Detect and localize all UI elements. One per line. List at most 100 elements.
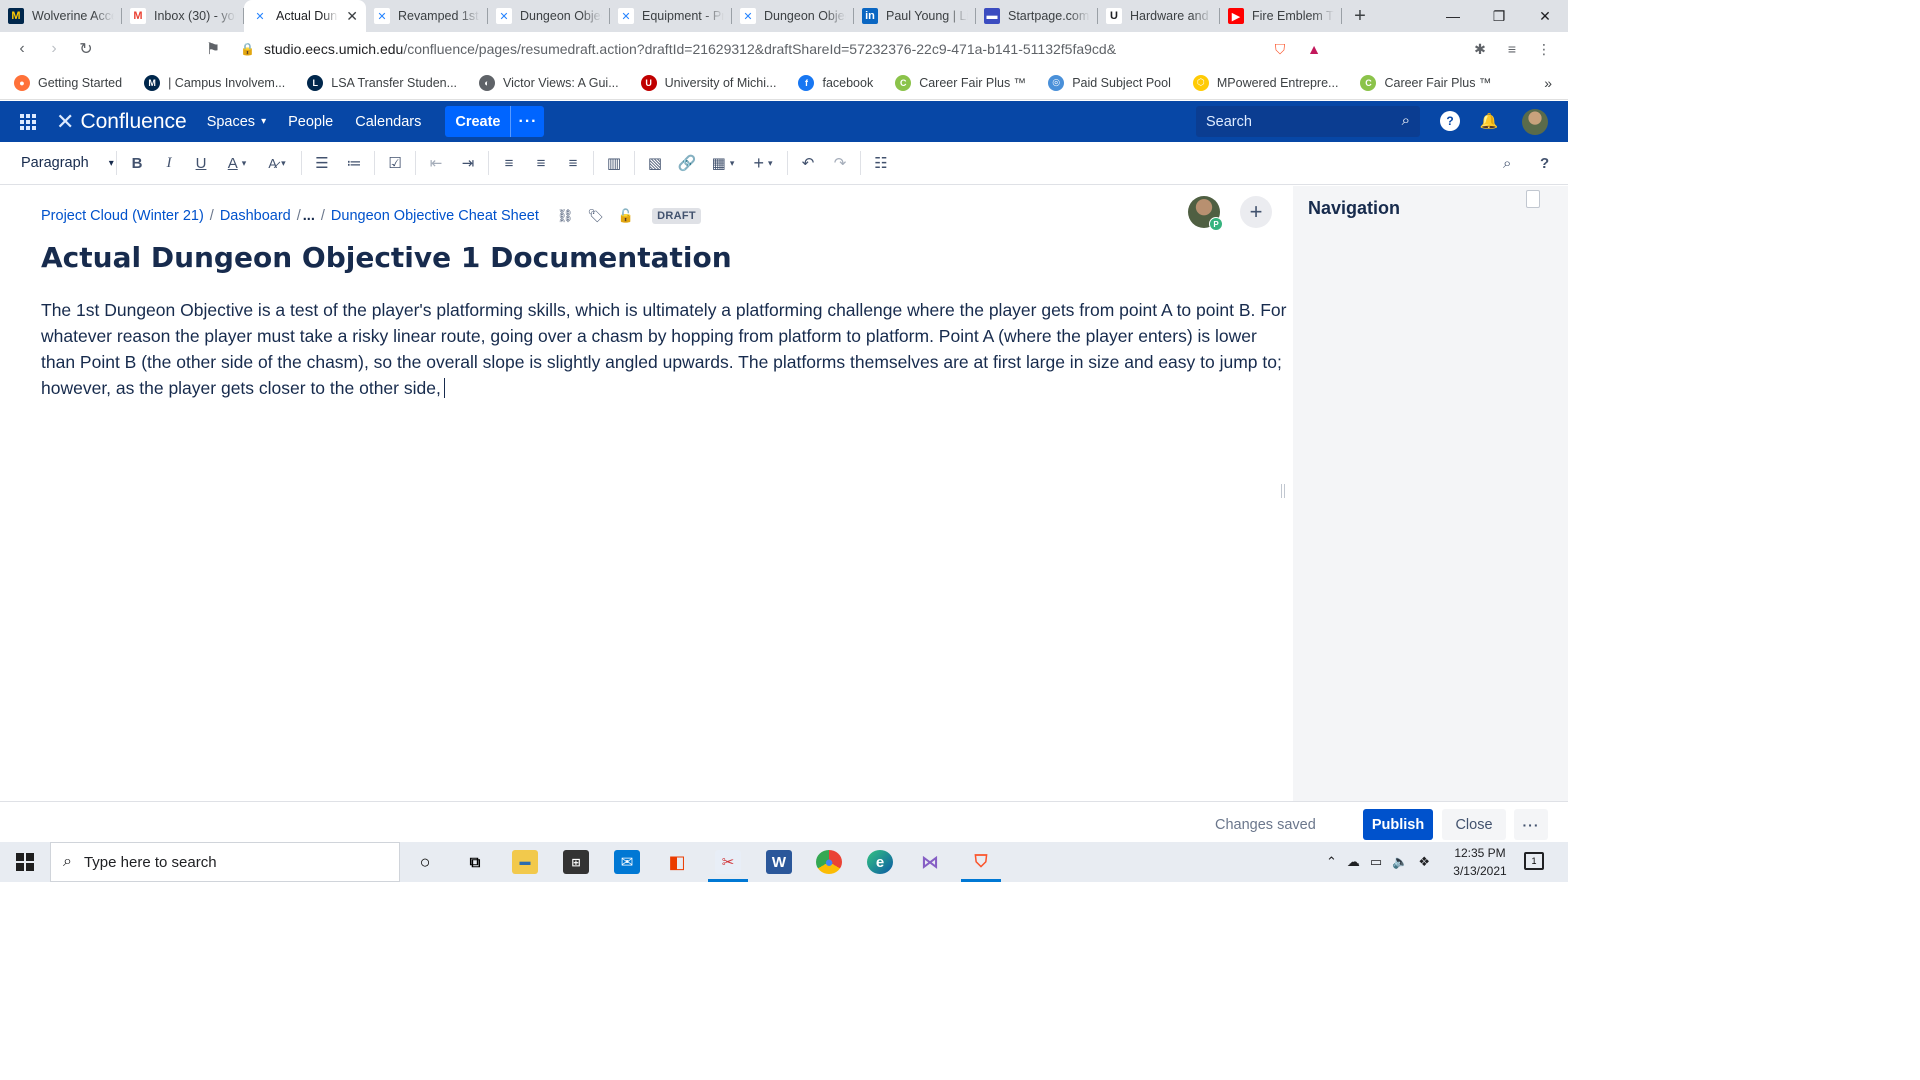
- restore-icon[interactable]: ❐: [1476, 0, 1522, 32]
- reload-icon[interactable]: ↻: [70, 33, 102, 65]
- tray-expand-icon[interactable]: ⌃: [1326, 854, 1337, 870]
- bold-icon[interactable]: B: [121, 142, 153, 185]
- url-field[interactable]: 🔒 studio.eecs.umich.edu/confluence/pages…: [240, 35, 1260, 63]
- bookmark-item[interactable]: M | Campus Involvem...: [144, 74, 285, 91]
- app-switcher-icon[interactable]: [0, 113, 56, 130]
- nav-calendars[interactable]: Calendars: [355, 114, 421, 130]
- page-body[interactable]: The 1st Dungeon Objective is a test of t…: [41, 297, 1293, 401]
- text-color-icon[interactable]: A ▾: [217, 142, 257, 185]
- extensions-icon[interactable]: ✱: [1468, 38, 1492, 60]
- media-icon[interactable]: ≡: [1500, 38, 1524, 60]
- notifications-icon[interactable]: 🔔: [1479, 111, 1499, 131]
- browser-tab[interactable]: ✕ Actual Dung ✕: [244, 0, 366, 32]
- browser-tab[interactable]: ▶ Fire Emblem Th: [1220, 0, 1342, 32]
- breadcrumb-ellipsis[interactable]: ...: [303, 208, 315, 224]
- bookmark-item[interactable]: U University of Michi...: [640, 74, 776, 91]
- bookmark-item[interactable]: C Career Fair Plus ™: [1360, 74, 1491, 91]
- bookmark-item[interactable]: ◐ Victor Views: A Gui...: [479, 74, 619, 91]
- browser-tab[interactable]: ✕ Equipment - Pr: [610, 0, 732, 32]
- avatar[interactable]: [1522, 109, 1548, 135]
- brave-rewards-icon[interactable]: ▲: [1302, 38, 1326, 60]
- invite-collaborator-button[interactable]: +: [1240, 196, 1272, 228]
- file-explorer-icon[interactable]: ▬: [512, 850, 538, 874]
- create-button[interactable]: Create: [445, 114, 510, 130]
- volume-icon[interactable]: 🔈: [1392, 854, 1408, 870]
- close-button[interactable]: Close: [1442, 809, 1506, 840]
- numbered-list-icon[interactable]: ≔: [338, 142, 370, 185]
- bookmark-item[interactable]: f facebook: [798, 74, 873, 91]
- nav-people[interactable]: People: [288, 114, 333, 130]
- chrome-icon[interactable]: ●: [816, 850, 842, 874]
- bookmark-item[interactable]: C Career Fair Plus ™: [895, 74, 1026, 91]
- start-button[interactable]: [0, 842, 50, 882]
- browser-tab[interactable]: M Inbox (30) - you: [122, 0, 244, 32]
- collaborator-avatar[interactable]: P: [1188, 196, 1223, 231]
- snip-sketch-icon[interactable]: ✂: [715, 850, 741, 874]
- table-icon[interactable]: ▦ ▾: [703, 142, 743, 185]
- visual-studio-icon[interactable]: ⋈: [917, 850, 943, 874]
- forward-icon[interactable]: ›: [38, 33, 70, 65]
- taskbar-search-input[interactable]: ⌕ Type here to search: [50, 842, 400, 882]
- keyboard-help-icon[interactable]: ?: [1540, 142, 1549, 185]
- page-title[interactable]: Actual Dungeon Objective 1 Documentation: [41, 241, 732, 274]
- layout-icon[interactable]: ▥: [598, 142, 630, 185]
- system-clock[interactable]: 12:35 PM 3/13/2021: [1444, 844, 1516, 880]
- breadcrumb-item[interactable]: Dashboard: [220, 208, 291, 224]
- store-icon[interactable]: ⊞: [563, 850, 589, 874]
- confluence-logo[interactable]: ✕ Confluence: [56, 109, 187, 135]
- brave-icon[interactable]: ⛉: [968, 850, 994, 874]
- task-list-icon[interactable]: ☑: [379, 142, 411, 185]
- outdent-icon[interactable]: ⇤: [420, 142, 452, 185]
- browser-tab[interactable]: ▬ Startpage.com: [976, 0, 1098, 32]
- image-icon[interactable]: ▧: [639, 142, 671, 185]
- create-more-icon[interactable]: ···: [510, 106, 544, 137]
- battery-icon[interactable]: ▭: [1370, 854, 1382, 870]
- edge-icon[interactable]: e: [867, 850, 893, 874]
- redo-icon[interactable]: ↷: [824, 142, 856, 185]
- undo-icon[interactable]: ↶: [792, 142, 824, 185]
- back-icon[interactable]: ‹: [6, 33, 38, 65]
- bookmark-item[interactable]: ⬡ MPowered Entrepre...: [1192, 74, 1338, 91]
- new-tab-icon[interactable]: +: [1342, 0, 1378, 32]
- action-center-icon[interactable]: 1: [1524, 852, 1544, 870]
- page-tree-icon[interactable]: ⛓: [557, 208, 574, 224]
- bookmark-icon[interactable]: ⚑: [197, 33, 229, 65]
- office-icon[interactable]: ◧: [664, 850, 690, 874]
- minimize-icon[interactable]: —: [1430, 0, 1476, 32]
- cortana-icon[interactable]: ○: [412, 850, 438, 874]
- word-icon[interactable]: W: [766, 850, 792, 874]
- link-icon[interactable]: 🔗: [671, 142, 703, 185]
- underline-icon[interactable]: U: [185, 142, 217, 185]
- window-close-icon[interactable]: ✕: [1522, 0, 1568, 32]
- browser-tab[interactable]: ✕ Revamped 1st D: [366, 0, 488, 32]
- help-icon[interactable]: ?: [1440, 111, 1460, 131]
- label-icon[interactable]: 🏷: [587, 208, 604, 224]
- align-right-icon[interactable]: ≡: [557, 142, 589, 185]
- nav-spaces[interactable]: Spaces ▾: [207, 114, 266, 130]
- browser-tab[interactable]: U Hardware and S: [1098, 0, 1220, 32]
- mail-icon[interactable]: ✉: [614, 850, 640, 874]
- onedrive-icon[interactable]: ☁: [1347, 854, 1360, 870]
- bookmark-item[interactable]: ◎ Paid Subject Pool: [1048, 74, 1171, 91]
- menu-icon[interactable]: ⋮: [1532, 38, 1556, 60]
- browser-tab[interactable]: ✕ Dungeon Objec: [732, 0, 854, 32]
- browser-tab[interactable]: ✕ Dungeon Objec: [488, 0, 610, 32]
- table-of-contents-icon[interactable]: ☷: [865, 142, 897, 185]
- breadcrumb-item[interactable]: Dungeon Objective Cheat Sheet: [331, 208, 539, 224]
- breadcrumb-item[interactable]: Project Cloud (Winter 21): [41, 208, 204, 224]
- find-replace-icon[interactable]: ⌕: [1503, 142, 1511, 185]
- brave-shield-icon[interactable]: ⛉: [1268, 38, 1292, 60]
- bookmark-item[interactable]: L LSA Transfer Studen...: [307, 74, 457, 91]
- indent-icon[interactable]: ⇥: [452, 142, 484, 185]
- task-view-icon[interactable]: ⧉: [462, 850, 488, 874]
- dropbox-icon[interactable]: ❖: [1418, 854, 1430, 870]
- tab-close-icon[interactable]: ✕: [346, 8, 358, 25]
- panel-scrollbar[interactable]: [1526, 190, 1540, 208]
- panel-resize-handle[interactable]: [1281, 484, 1285, 498]
- bookmarks-overflow-icon[interactable]: »: [1544, 75, 1552, 91]
- paragraph-style-select[interactable]: Paragraph ▾: [0, 142, 114, 185]
- more-options-icon[interactable]: ···: [1514, 809, 1548, 840]
- italic-icon[interactable]: I: [153, 142, 185, 185]
- text-style-icon[interactable]: A̷ ▾: [257, 142, 297, 185]
- restrictions-icon[interactable]: 🔓: [618, 208, 634, 224]
